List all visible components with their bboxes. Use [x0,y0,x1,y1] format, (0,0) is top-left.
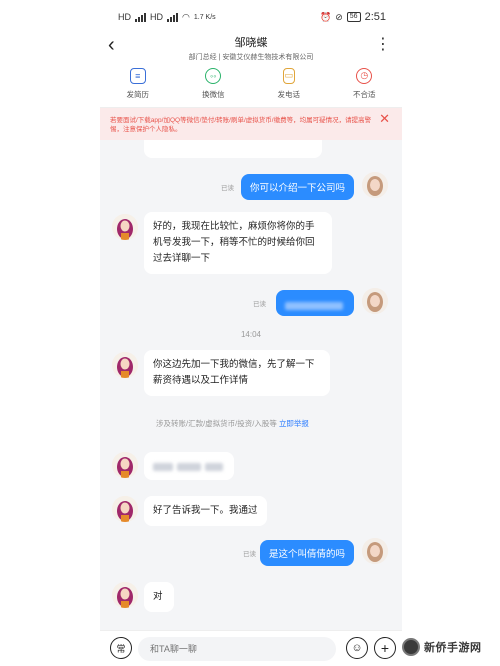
outgoing-message[interactable]: 你可以介绍一下公司吗 [240,174,354,200]
clock: 2:51 [364,11,386,23]
contact-name: 邹晓蝶 [234,37,268,49]
contact-avatar[interactable] [112,496,138,522]
message-input[interactable] [138,637,336,661]
wechat-icon: ◦◦ [205,67,222,84]
message-line: 机号发我一下，稍等不忙的时候给你回 [153,237,315,248]
warning-text: 若要面试/下载app/加QQ等微信/垫付/转账/刷单/虚拟货币/缴费等，均属可疑… [110,117,372,133]
fraud-notice-text: 涉及转账/汇款/虚拟货币/投资/入股等 [156,419,277,428]
send-resume-button[interactable]: ≡ 发简历 [100,60,176,107]
exchange-wechat-button[interactable]: ◦◦ 换微信 [176,60,252,107]
my-avatar[interactable] [362,288,388,314]
back-icon[interactable]: ‹ [108,35,115,55]
send-resume-label: 发简历 [126,89,150,99]
message-line: 过去详聊一下 [153,253,211,264]
incoming-message[interactable]: 你这边先加一下我的微信，先了解一下 薪资待遇以及工作详情 [144,350,330,396]
network-speed: 1.7 K/s [193,13,216,21]
security-warning-banner: 若要面试/下载app/加QQ等微信/垫付/转账/刷单/虚拟货币/缴费等，均属可疑… [100,108,402,140]
phone-screen: HD HD ◠ 1.7 K/s ⏰ ⊘ 56 2:51 ‹ 邹晓蝶 部门总经 |… [100,0,402,666]
not-suitable-button[interactable]: ◷ 不合适 [327,60,403,107]
contact-avatar[interactable] [112,582,138,608]
redacted-text [285,302,343,310]
timestamp: 14:04 [240,330,262,339]
contact-avatar[interactable] [112,214,138,240]
call-label: 发电话 [277,89,301,99]
input-bar: 常 ☺ + [100,630,402,666]
watermark-text: 新侨手游网 [424,641,482,654]
status-bar: HD HD ◠ 1.7 K/s ⏰ ⊘ 56 2:51 [100,0,402,34]
contact-company: 部门总经 | 安徽艾仪赫生物技术有限公司 [188,54,314,61]
not-suitable-label: 不合适 [353,89,376,99]
outgoing-message[interactable] [276,290,354,316]
my-avatar[interactable] [362,538,388,564]
exchange-wechat-label: 换微信 [202,89,225,99]
read-status: 已读 [221,185,234,192]
close-icon[interactable]: ✕ [379,112,390,125]
battery-icon: 56 [346,12,361,22]
contact-avatar[interactable] [112,352,138,378]
resume-icon: ≡ [129,67,146,84]
more-icon[interactable]: ⋮ [375,34,392,54]
read-status: 已读 [253,301,266,308]
watermark-logo-icon [402,638,420,656]
action-bar: ≡ 发简历 ◦◦ 换微信 ▭ 发电话 ◷ 不合适 [100,60,402,108]
incoming-message[interactable]: 好了告诉我一下。我通过 [144,496,267,526]
message-line: 你这边先加一下我的微信，先了解一下 [153,359,315,370]
quick-phrases-button[interactable]: 常 [110,637,132,659]
signal-icon [135,12,146,22]
alarm-icon: ⏰ [320,11,332,22]
read-status: 已读 [243,551,256,558]
message-line: 薪资待遇以及工作详情 [153,375,249,386]
incoming-message[interactable] [144,452,234,480]
phone-icon: ▭ [282,67,295,84]
signal-icon-2 [167,12,178,22]
chat-header: ‹ 邹晓蝶 部门总经 | 安徽艾仪赫生物技术有限公司 ⋮ [100,34,402,61]
network-label-2: HD [150,12,163,22]
my-avatar[interactable] [362,172,388,198]
watermark: 新侨手游网 [402,628,500,666]
clock-x-icon: ◷ [356,67,373,84]
network-label-1: HD [118,12,131,22]
contact-avatar[interactable] [112,452,138,478]
call-button[interactable]: ▭ 发电话 [251,60,327,107]
plus-button[interactable]: + [374,637,396,659]
mute-icon: ⊘ [335,11,343,22]
fraud-notice: 涉及转账/汇款/虚拟货币/投资/入股等 立即举报 [156,418,309,429]
report-link[interactable]: 立即举报 [279,419,309,428]
message-line: 好的，我现在比较忙，麻烦你将你的手 [153,221,315,232]
chat-area: 已读 你可以介绍一下公司吗 好的，我现在比较忙，麻烦你将你的手 机号发我一下，稍… [100,140,402,630]
emoji-button[interactable]: ☺ [346,637,368,659]
wifi-icon: ◠ [182,11,190,22]
previous-message-bubble [144,140,322,158]
outgoing-message[interactable]: 是这个叫倩倩的吗 [259,540,354,566]
redacted-text [153,459,225,475]
incoming-message[interactable]: 好的，我现在比较忙，麻烦你将你的手 机号发我一下，稍等不忙的时候给你回 过去详聊… [144,212,332,274]
incoming-message[interactable]: 对 [144,582,174,612]
